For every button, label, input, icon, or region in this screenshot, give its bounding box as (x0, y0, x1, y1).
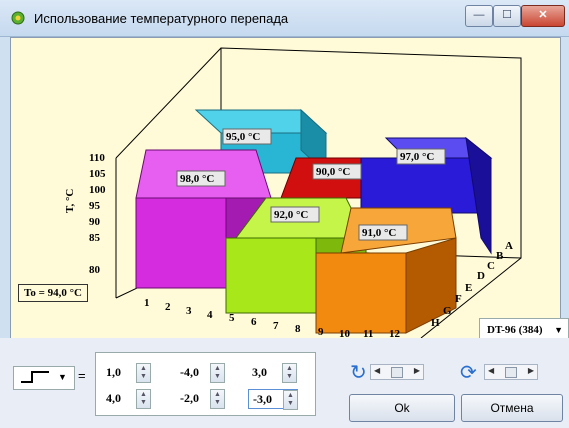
z-axis-label: T, °C (64, 189, 76, 213)
y-tick: E (465, 282, 472, 294)
window-title: Использование температурного перепада (34, 11, 289, 26)
z-tick: 95 (89, 200, 101, 212)
arrow-right-icon[interactable]: ▶ (414, 366, 420, 375)
spin-icon[interactable]: ▲ ▼ (210, 363, 225, 383)
coef-field[interactable]: -4,0 ▲ ▼ (176, 363, 225, 383)
x-tick: 7 (273, 320, 279, 332)
y-tick: A (505, 240, 513, 252)
function-select[interactable]: ▼ (13, 366, 75, 390)
rotate-vertical-icon: ↻ (350, 362, 367, 384)
rotate-horizontal-icon: ⟳ (460, 362, 477, 384)
coef-value: -3,0 (253, 392, 272, 406)
maximize-button[interactable]: ☐ (493, 5, 521, 27)
chart-3d: 110 105 100 95 90 85 80 T, °C 1 2 3 4 5 … (64, 47, 522, 338)
x-tick: 3 (186, 305, 192, 317)
coef-value: 4,0 (106, 391, 121, 405)
app-icon (11, 11, 25, 25)
ok-button[interactable]: Ok (349, 394, 455, 422)
coef-value: -2,0 (180, 391, 199, 405)
step-function-icon (21, 371, 49, 383)
coef-field[interactable]: -3,0 ▲ ▼ (248, 389, 298, 410)
vertical-rotation-slider[interactable]: ◀ ▶ (370, 364, 424, 380)
close-button[interactable]: ✕ (521, 5, 565, 27)
coefficient-panel: 1,0 ▲ ▼ -4,0 ▲ ▼ 3,0 ▲ ▼ 4,0 ▲ ▼ -2,0 ▲ ▼ -3,… (95, 352, 316, 416)
title-bar: Использование температурного перепада — … (0, 0, 569, 37)
coef-field[interactable]: 1,0 ▲ ▼ (102, 363, 151, 383)
value-label: 95,0 °C (226, 131, 260, 143)
x-tick: 9 (318, 326, 324, 338)
minimize-button[interactable]: — (465, 5, 493, 27)
y-tick: H (431, 317, 440, 329)
spin-icon[interactable]: ▲ ▼ (136, 389, 151, 409)
arrow-right-icon[interactable]: ▶ (528, 366, 534, 375)
x-tick: 4 (207, 309, 213, 321)
cancel-button[interactable]: Отмена (461, 394, 563, 422)
x-tick: 8 (295, 323, 301, 335)
arrow-left-icon[interactable]: ◀ (374, 366, 380, 375)
coef-field[interactable]: 3,0 ▲ ▼ (248, 363, 297, 383)
z-tick: 90 (89, 216, 101, 228)
arrow-left-icon[interactable]: ◀ (488, 366, 494, 375)
to-temperature-label: To = 94,0 °C (18, 284, 88, 302)
z-tick: 105 (89, 168, 106, 180)
spin-icon[interactable]: ▲ ▼ (136, 363, 151, 383)
x-tick: 5 (229, 312, 235, 324)
value-label: 97,0 °C (400, 151, 434, 163)
z-tick: 80 (89, 264, 101, 276)
value-label: 92,0 °C (274, 209, 308, 221)
z-tick: 110 (89, 152, 105, 164)
coef-field[interactable]: 4,0 ▲ ▼ (102, 389, 151, 409)
slider-thumb[interactable] (505, 367, 517, 378)
x-tick: 6 (251, 316, 257, 328)
spin-icon[interactable]: ▲ ▼ (283, 390, 298, 410)
y-tick: G (443, 305, 452, 317)
value-label: 98,0 °C (180, 173, 214, 185)
horizontal-rotation-slider[interactable]: ◀ ▶ (484, 364, 538, 380)
x-tick: 11 (363, 328, 373, 338)
x-tick: 12 (389, 328, 401, 338)
chart-area[interactable]: 110 105 100 95 90 85 80 T, °C 1 2 3 4 5 … (10, 37, 569, 342)
x-tick: 1 (144, 297, 150, 309)
z-axis: 110 105 100 95 90 85 80 (89, 152, 106, 276)
control-panel: ▼ = 1,0 ▲ ▼ -4,0 ▲ ▼ 3,0 ▲ ▼ 4,0 ▲ ▼ -2,0 ▲ ▼… (0, 338, 569, 428)
coef-field[interactable]: -2,0 ▲ ▼ (176, 389, 225, 409)
chevron-down-icon: ▼ (58, 372, 67, 382)
coef-value: 1,0 (106, 365, 121, 379)
equals-sign: = (78, 368, 86, 383)
z-tick: 100 (89, 184, 106, 196)
slider-thumb[interactable] (391, 367, 403, 378)
x-tick: 10 (339, 328, 351, 338)
coef-value: 3,0 (252, 365, 267, 379)
spin-icon[interactable]: ▲ ▼ (210, 389, 225, 409)
spin-icon[interactable]: ▲ ▼ (282, 363, 297, 383)
x-tick: 2 (165, 301, 171, 313)
y-tick: F (455, 293, 462, 305)
y-tick: B (496, 250, 504, 262)
y-tick: D (477, 270, 485, 282)
z-tick: 85 (89, 232, 101, 244)
y-tick: C (487, 260, 495, 272)
value-label: 90,0 °C (316, 166, 350, 178)
coef-value: -4,0 (180, 365, 199, 379)
value-label: 91,0 °C (362, 227, 396, 239)
